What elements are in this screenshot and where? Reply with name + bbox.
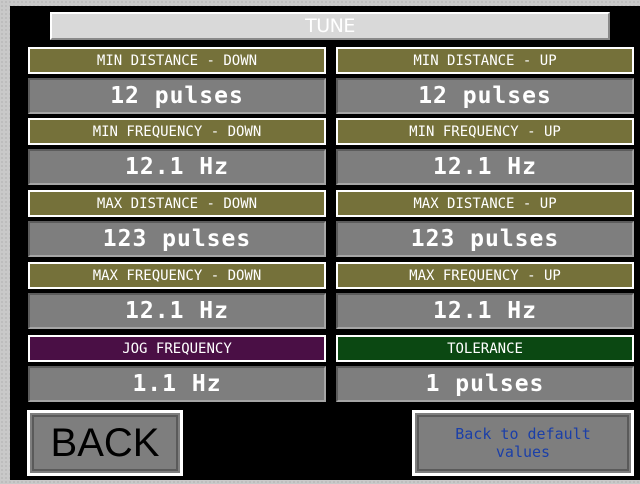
max-frequency-down-value[interactable]: 12.1 Hz (28, 293, 326, 329)
max-frequency-down-label: MAX FREQUENCY - DOWN (28, 262, 326, 289)
min-frequency-down-label: MIN FREQUENCY - DOWN (28, 118, 326, 145)
jog-frequency-value[interactable]: 1.1 Hz (28, 366, 326, 402)
min-distance-down-value[interactable]: 12 pulses (28, 78, 326, 114)
min-frequency-up-label: MIN FREQUENCY - UP (336, 118, 634, 145)
max-frequency-up-label: MAX FREQUENCY - UP (336, 262, 634, 289)
tolerance-value[interactable]: 1 pulses (336, 366, 634, 402)
max-distance-down-label: MAX DISTANCE - DOWN (28, 190, 326, 217)
min-frequency-up-value[interactable]: 12.1 Hz (336, 149, 634, 185)
min-distance-up-value[interactable]: 12 pulses (336, 78, 634, 114)
min-distance-up-label: MIN DISTANCE - UP (336, 47, 634, 74)
back-button[interactable]: BACK (27, 410, 183, 476)
min-frequency-down-value[interactable]: 12.1 Hz (28, 149, 326, 185)
page-title: TUNE (50, 12, 610, 40)
max-distance-down-value[interactable]: 123 pulses (28, 221, 326, 257)
max-distance-up-value[interactable]: 123 pulses (336, 221, 634, 257)
max-distance-up-label: MAX DISTANCE - UP (336, 190, 634, 217)
jog-frequency-label: JOG FREQUENCY (28, 335, 326, 362)
default-values-button[interactable]: Back to default values (412, 410, 634, 476)
max-frequency-up-value[interactable]: 12.1 Hz (336, 293, 634, 329)
min-distance-down-label: MIN DISTANCE - DOWN (28, 47, 326, 74)
tolerance-label: TOLERANCE (336, 335, 634, 362)
